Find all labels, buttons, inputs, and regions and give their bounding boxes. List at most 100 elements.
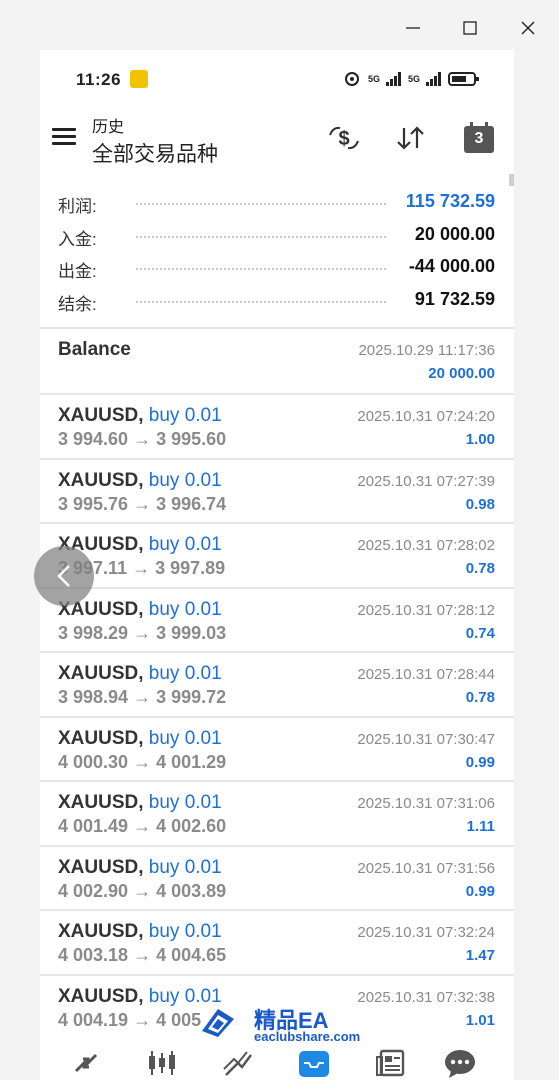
row-type: buy 0.01 [148, 856, 222, 878]
summary-section: 利润: 115 732.59 入金: 20 000.00 出金: -44 000… [40, 187, 514, 317]
leader-dots [136, 300, 386, 303]
menu-button[interactable] [52, 126, 78, 148]
row-symbol: XAUUSD, [58, 405, 144, 426]
trade-row[interactable]: XAUUSD, buy 0.01 3 997.11 → 3 997.89 202… [40, 524, 514, 589]
trade-row[interactable]: XAUUSD, buy 0.01 3 998.94 → 3 999.72 202… [40, 653, 514, 718]
row-time: 2025.10.31 07:28:02 [357, 537, 495, 554]
trade-row[interactable]: XAUUSD, buy 0.01 3 998.29 → 3 999.03 202… [40, 589, 514, 653]
row-symbol: XAUUSD, [58, 792, 144, 813]
trade-row[interactable]: XAUUSD, buy 0.01 4 000.30 → 4 001.29 202… [40, 718, 514, 782]
menu-icon [52, 128, 76, 131]
nav-quotes[interactable] [68, 1045, 104, 1080]
trade-row[interactable]: XAUUSD, buy 0.01 4 001.49 → 4 002.60 202… [40, 782, 514, 847]
row-type: buy 0.01 [148, 598, 222, 620]
calendar-day: 3 [474, 130, 484, 147]
summary-label: 出金: [58, 262, 97, 281]
row-symbol-line: XAUUSD, buy 0.01 [58, 470, 222, 492]
summary-label: 入金: [58, 229, 97, 249]
back-button[interactable] [34, 546, 94, 606]
row-profit: 0.99 [465, 753, 495, 771]
row-prices: 3 994.60 → 3 995.60 [58, 429, 227, 449]
row-symbol: XAUUSD, [58, 727, 144, 749]
row-profit: 0.74 [465, 624, 495, 642]
sort-button[interactable] [393, 120, 429, 156]
row-profit: 0.99 [465, 882, 495, 900]
minimize-button[interactable] [393, 10, 433, 46]
leader-dots [136, 268, 386, 270]
row-time: 2025.10.31 07:27:39 [357, 472, 495, 490]
menu-icon-line [52, 142, 76, 145]
phone-screen: 11:26 5G 5G 历史 全部交易品种 $ 3 利润: 115 732.59… [40, 50, 514, 1080]
row-prices: 4 002.90 → 4 003.89 [58, 880, 227, 901]
signal-icon [385, 72, 401, 86]
trade-row[interactable]: XAUUSD, buy 0.01 4 002.90 → 4 003.89 202… [40, 847, 514, 911]
summary-value: -44 000.00 [408, 256, 495, 276]
currency-exchange-icon: $ [329, 126, 359, 150]
status-time: 11:26 [76, 70, 122, 89]
app-bar: 历史 全部交易品种 $ 3 [40, 108, 514, 172]
watermark-domain: eaclubshare.com [254, 1029, 361, 1044]
close-button[interactable] [508, 10, 548, 46]
svg-text:$: $ [338, 128, 349, 150]
row-type: buy 0.01 [148, 727, 222, 749]
row-profit: 1.47 [465, 947, 495, 964]
scrollbar-thumb[interactable] [509, 174, 514, 186]
row-amount: 20 000.00 [428, 365, 495, 382]
nav-messages[interactable] [442, 1045, 478, 1080]
network-label-2: 5G [407, 74, 420, 84]
summary-row-withdrawal: 出金: -44 000.00 [40, 252, 514, 285]
row-symbol: XAUUSD, [58, 856, 144, 878]
network-label: 5G [367, 74, 380, 84]
summary-value: 20 000.00 [414, 223, 495, 244]
row-time: 2025.10.31 07:24:20 [357, 408, 495, 425]
trade-row[interactable]: XAUUSD, buy 0.01 4 003.18 → 4 004.65 202… [40, 911, 514, 976]
row-profit: 0.98 [465, 495, 495, 513]
maximize-button[interactable] [450, 10, 490, 46]
row-prices: 4 004.19 → 4 005 [58, 1009, 202, 1030]
trade-row[interactable]: XAUUSD, buy 0.01 3 995.76 → 3 996.74 202… [40, 460, 514, 524]
row-profit: 1.11 [466, 818, 495, 835]
status-bar: 11:26 5G 5G [40, 50, 514, 108]
row-time: 2025.10.29 11:17:36 [358, 342, 495, 359]
row-prices: 4 000.30 → 4 001.29 [58, 751, 227, 772]
maximize-icon [463, 21, 477, 35]
chevron-left-icon [57, 565, 70, 587]
row-profit: 1.00 [465, 431, 495, 448]
currency-exchange-button[interactable]: $ [326, 120, 362, 156]
balance-title: Balance [58, 339, 131, 360]
row-time: 2025.10.31 07:30:47 [357, 730, 495, 748]
row-time: 2025.10.31 07:28:12 [357, 601, 495, 619]
trade-icon [223, 1051, 252, 1076]
row-time: 2025.10.31 07:28:44 [357, 666, 495, 683]
nav-trade[interactable] [220, 1045, 256, 1080]
row-symbol: XAUUSD, [58, 921, 144, 942]
row-symbol-line: XAUUSD, buy 0.01 [58, 663, 222, 685]
nav-history[interactable] [296, 1045, 332, 1080]
watermark-logo-icon [202, 1009, 234, 1037]
menu-icon-line [52, 135, 76, 138]
row-type: buy 0.01 [148, 405, 222, 426]
row-symbol: XAUUSD, [58, 663, 144, 684]
row-type: buy 0.01 [148, 921, 222, 942]
close-icon [521, 21, 535, 35]
quotes-icon [74, 1053, 98, 1073]
row-type: buy 0.01 [148, 792, 222, 813]
row-prices: 3 998.94 → 3 999.72 [58, 687, 227, 707]
page-title[interactable]: 全部交易品种 [92, 138, 218, 168]
row-symbol: XAUUSD, [58, 469, 144, 491]
sort-icon [397, 126, 424, 150]
row-profit: 0.78 [465, 560, 495, 577]
leader-dots [136, 203, 386, 205]
balance-row[interactable]: Balance 2025.10.29 11:17:36 20 000.00 [40, 329, 514, 395]
leader-dots [136, 235, 386, 238]
row-symbol: XAUUSD, [58, 985, 144, 1007]
trade-row[interactable]: XAUUSD, buy 0.01 3 994.60 → 3 995.60 202… [40, 395, 514, 460]
row-symbol-line: XAUUSD, buy 0.01 [58, 921, 222, 943]
calendar-button[interactable]: 3 [463, 122, 495, 154]
row-type: buy 0.01 [148, 534, 222, 555]
minimize-icon [406, 27, 420, 29]
row-time: 2025.10.31 07:31:56 [357, 859, 495, 877]
nav-chart[interactable] [144, 1045, 180, 1080]
row-profit: 0.78 [465, 689, 495, 706]
nav-news[interactable] [372, 1045, 408, 1080]
